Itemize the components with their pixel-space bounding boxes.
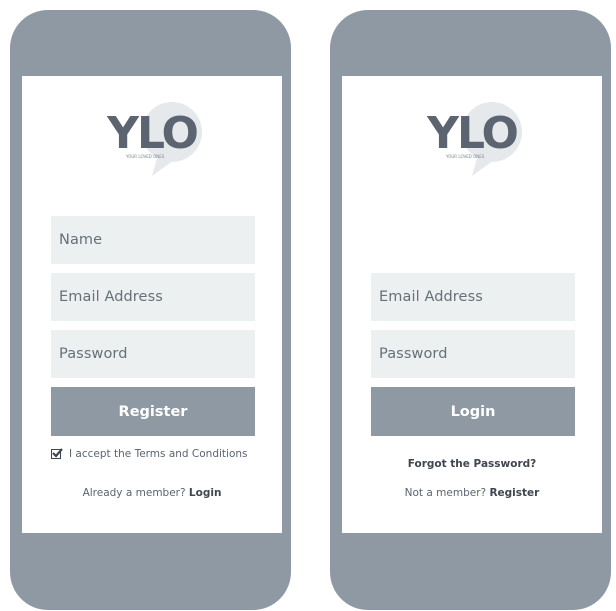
password-field[interactable]: Password xyxy=(371,330,575,378)
forgot-password-link[interactable]: Forgot the Password? xyxy=(342,458,602,470)
phone-frame-register: YLO YOUR LOVED ONES Name Email Address P… xyxy=(10,10,291,610)
already-member-row: Already a member? Login xyxy=(22,487,282,499)
email-placeholder: Email Address xyxy=(379,289,483,305)
not-member-text: Not a member? xyxy=(404,487,487,499)
password-placeholder: Password xyxy=(59,346,128,362)
login-button-label: Login xyxy=(450,403,496,420)
password-field[interactable]: Password xyxy=(51,330,255,378)
register-link[interactable]: Register xyxy=(489,487,539,499)
register-screen: YLO YOUR LOVED ONES Name Email Address P… xyxy=(22,76,282,533)
already-member-text: Already a member? xyxy=(82,487,186,499)
terms-label: I accept the Terms and Conditions xyxy=(69,448,248,460)
ylo-logo: YLO YOUR LOVED ONES xyxy=(92,96,212,178)
logo-wordmark: YLO xyxy=(106,108,197,159)
email-field[interactable]: Email Address xyxy=(371,273,575,321)
logo-tagline: YOUR LOVED ONES xyxy=(125,154,165,159)
password-placeholder: Password xyxy=(379,346,448,362)
login-button[interactable]: Login xyxy=(371,387,575,436)
login-screen: YLO YOUR LOVED ONES Email Address Passwo… xyxy=(342,76,602,533)
login-link[interactable]: Login xyxy=(189,487,222,499)
check-icon xyxy=(52,448,63,458)
register-button[interactable]: Register xyxy=(51,387,255,436)
name-placeholder: Name xyxy=(59,232,103,248)
register-button-label: Register xyxy=(118,403,188,420)
logo-tagline: YOUR LOVED ONES xyxy=(445,154,485,159)
email-placeholder: Email Address xyxy=(59,289,163,305)
ylo-logo: YLO YOUR LOVED ONES xyxy=(412,96,532,178)
phone-frame-login: YLO YOUR LOVED ONES Email Address Passwo… xyxy=(330,10,611,610)
name-field[interactable]: Name xyxy=(51,216,255,264)
terms-checkbox[interactable] xyxy=(51,448,63,459)
email-field[interactable]: Email Address xyxy=(51,273,255,321)
forgot-password-label: Forgot the Password? xyxy=(407,458,537,470)
logo-wordmark: YLO xyxy=(426,108,517,159)
not-member-row: Not a member? Register xyxy=(342,487,602,499)
terms-row[interactable]: I accept the Terms and Conditions xyxy=(51,448,248,460)
